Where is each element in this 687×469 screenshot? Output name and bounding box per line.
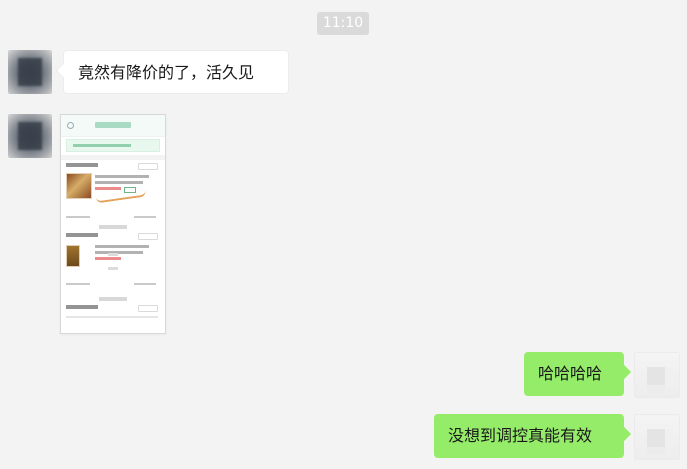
banner-line: [73, 144, 131, 147]
right-avatar[interactable]: [634, 352, 680, 398]
right-avatar-2[interactable]: [634, 414, 680, 460]
left-message-bubble: 竟然有降价的了，活久见: [63, 50, 289, 94]
chat-timestamp: 11:10: [317, 12, 369, 35]
screenshot-header: [61, 115, 165, 137]
screenshot-banner: [66, 139, 160, 152]
left-avatar[interactable]: [8, 50, 52, 94]
bottom-card: [66, 305, 158, 327]
card-line: [66, 316, 158, 318]
card-tag: [138, 163, 158, 170]
highlight-underline: [95, 190, 147, 204]
product-image: [66, 245, 80, 267]
pagination-dots: [108, 253, 118, 256]
product-title-line: [95, 175, 149, 178]
card-tag: [138, 305, 158, 312]
middle-divider: [99, 225, 127, 229]
right-message-bubble-1: 哈哈哈哈: [524, 352, 624, 396]
product-title-line: [95, 245, 149, 248]
product-price-line: [95, 257, 121, 260]
card-title: [66, 305, 98, 309]
product-image: [66, 173, 92, 199]
card-footer-left: [66, 216, 90, 218]
card-title: [66, 233, 98, 237]
search-icon: [67, 122, 74, 129]
product-subtitle-line: [95, 251, 143, 254]
card-tag: [138, 233, 158, 240]
product-subtitle-line: [95, 181, 143, 184]
card-footer-right: [134, 283, 156, 285]
shared-screenshot-image[interactable]: [60, 114, 166, 334]
card-footer-left: [66, 283, 90, 285]
right-message-bubble-2: 没想到调控真能有效: [434, 414, 624, 458]
middle-divider: [99, 297, 127, 301]
product-price-line: [95, 187, 121, 190]
section-separator: [61, 155, 165, 160]
card-footer-right: [134, 216, 156, 218]
card-title: [66, 163, 98, 167]
left-avatar-2[interactable]: [8, 114, 52, 158]
product-card-2: [66, 233, 158, 285]
product-card-1: [66, 163, 158, 218]
screenshot-title-block: [95, 122, 131, 128]
